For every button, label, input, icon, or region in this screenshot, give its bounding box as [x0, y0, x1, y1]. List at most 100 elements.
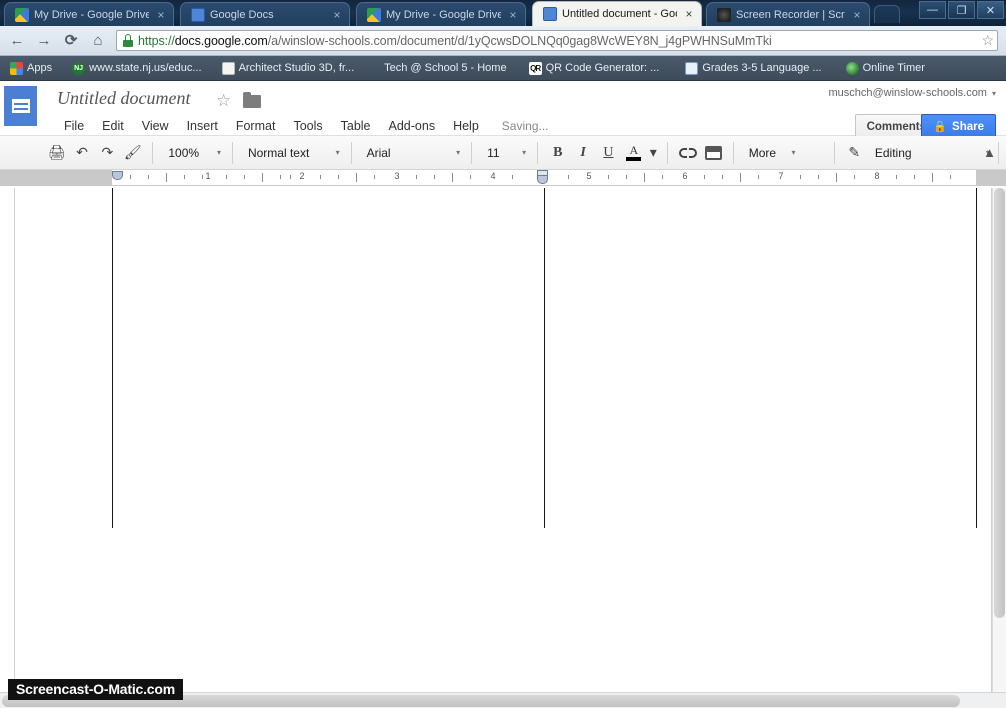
folder-icon[interactable]: [243, 92, 261, 108]
menu-table[interactable]: Table: [332, 117, 380, 135]
font-size-value: 11: [487, 145, 500, 160]
bookmark-label: Architect Studio 3D, fr...: [238, 62, 355, 74]
redo-icon[interactable]: ↷: [95, 141, 120, 165]
home-icon[interactable]: ⌂: [89, 32, 107, 50]
menu-help[interactable]: Help: [444, 117, 488, 135]
forward-icon[interactable]: →: [35, 32, 53, 50]
bookmark-apps[interactable]: Apps: [4, 60, 58, 77]
close-icon[interactable]: ×: [507, 9, 519, 21]
docs-icon: [543, 7, 557, 21]
editing-mode-select[interactable]: Editing ▾: [867, 141, 994, 165]
vertical-scrollbar[interactable]: [992, 188, 1006, 692]
menu-file[interactable]: File: [55, 117, 93, 135]
bookmark-tech-at-school[interactable]: Tech @ School 5 - Home: [378, 60, 512, 76]
page-icon: [221, 61, 235, 75]
toolbar-separator: [732, 141, 734, 164]
pencil-icon[interactable]: ✎: [842, 141, 867, 165]
more-button[interactable]: More ▾: [741, 141, 800, 165]
close-icon[interactable]: ×: [331, 9, 343, 21]
browser-tab-4-active[interactable]: Untitled document - Goog ×: [532, 1, 702, 26]
reload-icon[interactable]: ⟳: [62, 32, 80, 50]
toolbar-separator: [833, 141, 835, 164]
lock-icon: 🔒: [933, 121, 948, 133]
link-icon[interactable]: [675, 141, 700, 165]
bookmark-grades-language[interactable]: Grades 3-5 Language ...: [679, 60, 827, 77]
bookmarks-bar: Apps NJ www.state.nj.us/educ... Architec…: [0, 56, 1006, 81]
address-bar[interactable]: https://docs.google.com/a/winslow-school…: [116, 30, 998, 51]
save-status: Saving...: [501, 119, 549, 133]
bookmark-qr-code-generator[interactable]: QR QR Code Generator: ...: [523, 60, 666, 77]
close-icon[interactable]: ×: [851, 9, 863, 21]
bookmark-star-icon[interactable]: ☆: [981, 32, 994, 49]
bookmark-architect-studio[interactable]: Architect Studio 3D, fr...: [216, 60, 361, 77]
star-icon[interactable]: ☆: [216, 91, 231, 111]
font-size-select[interactable]: 11 ▾: [479, 141, 530, 165]
ruler-number: 8: [874, 171, 880, 181]
google-docs-icon[interactable]: [4, 86, 37, 126]
share-label: Share: [952, 120, 984, 133]
bookmark-label: Online Timer: [862, 62, 925, 74]
menu-insert[interactable]: Insert: [178, 117, 227, 135]
vertical-scroll-thumb[interactable]: [994, 188, 1005, 618]
underline-button[interactable]: U: [596, 141, 621, 165]
timer-icon: [845, 61, 859, 75]
document-ruler[interactable]: 1 2 3 4 5 6 7 8: [0, 170, 1006, 186]
paragraph-style-value: Normal text: [247, 145, 310, 160]
browser-tab-3[interactable]: My Drive - Google Drive ×: [356, 2, 526, 26]
screencast-watermark: Screencast-O-Matic.com: [8, 679, 183, 700]
chevron-down-icon: ▾: [216, 148, 221, 157]
close-window-button[interactable]: ✕: [977, 1, 1004, 19]
url-host: docs.google.com: [174, 33, 268, 48]
minimize-button[interactable]: —: [919, 1, 946, 19]
bookmark-state-nj[interactable]: NJ www.state.nj.us/educ...: [66, 60, 208, 77]
toolbar-separator: [667, 141, 669, 164]
menu-format[interactable]: Format: [227, 117, 285, 135]
menu-addons[interactable]: Add-ons: [380, 117, 445, 135]
zoom-select[interactable]: 100% ▾: [160, 141, 225, 165]
print-icon[interactable]: 🖨: [44, 141, 69, 165]
bookmark-label: Grades 3-5 Language ...: [702, 62, 822, 74]
back-icon[interactable]: ←: [8, 32, 26, 50]
font-family-value: Arial: [366, 145, 391, 160]
document-title[interactable]: Untitled document: [57, 88, 190, 109]
chevron-down-icon[interactable]: ▾: [992, 89, 996, 98]
document-canvas[interactable]: [0, 188, 1006, 708]
maximize-button[interactable]: ❐: [948, 1, 975, 19]
new-tab-button[interactable]: [874, 5, 900, 23]
bookmark-label: Apps: [27, 62, 53, 74]
text-color-letter: A: [629, 143, 639, 157]
account-info[interactable]: muschch@winslow-schools.com ▾: [828, 87, 996, 99]
browser-tab-2[interactable]: Google Docs ×: [180, 2, 350, 26]
ruler-number: 6: [682, 171, 688, 181]
ruler-number: 7: [778, 171, 784, 181]
left-indent-marker[interactable]: [112, 171, 123, 180]
menu-tools[interactable]: Tools: [284, 117, 331, 135]
close-icon[interactable]: ×: [155, 9, 167, 21]
chevron-up-icon[interactable]: ▲: [983, 145, 996, 160]
image-icon[interactable]: [700, 141, 725, 165]
ruler-left-margin: [0, 170, 14, 185]
right-indent-marker[interactable]: [537, 175, 548, 184]
document-page[interactable]: [14, 188, 992, 708]
tab-strip: My Drive - Google Drive × Google Docs × …: [0, 0, 1006, 26]
undo-icon[interactable]: ↶: [69, 141, 94, 165]
close-icon[interactable]: ×: [683, 8, 695, 20]
tab-label: Screen Recorder | Screen: [736, 8, 845, 21]
text-color-caret[interactable]: ▾: [646, 141, 660, 165]
paint-format-icon[interactable]: 🖌: [120, 141, 145, 165]
google-docs-app: Untitled document ☆ File Edit View Inser…: [0, 81, 1006, 708]
italic-button[interactable]: I: [570, 141, 595, 165]
menu-view[interactable]: View: [133, 117, 178, 135]
font-family-select[interactable]: Arial ▾: [359, 141, 465, 165]
menu-edit[interactable]: Edit: [93, 117, 133, 135]
navigation-bar: ← → ⟳ ⌂ https://docs.google.com/a/winslo…: [0, 26, 1006, 56]
browser-tab-5[interactable]: Screen Recorder | Screen ×: [706, 2, 870, 26]
text-color-button[interactable]: A: [621, 141, 646, 165]
tab-label: Untitled document - Goog: [562, 8, 677, 20]
bookmark-online-timer[interactable]: Online Timer: [840, 60, 931, 77]
bold-button[interactable]: B: [545, 141, 570, 165]
drive-icon: [367, 7, 381, 22]
browser-tab-1[interactable]: My Drive - Google Drive ×: [4, 2, 174, 26]
tab-label: My Drive - Google Drive: [386, 8, 501, 21]
paragraph-style-select[interactable]: Normal text ▾: [240, 141, 344, 165]
